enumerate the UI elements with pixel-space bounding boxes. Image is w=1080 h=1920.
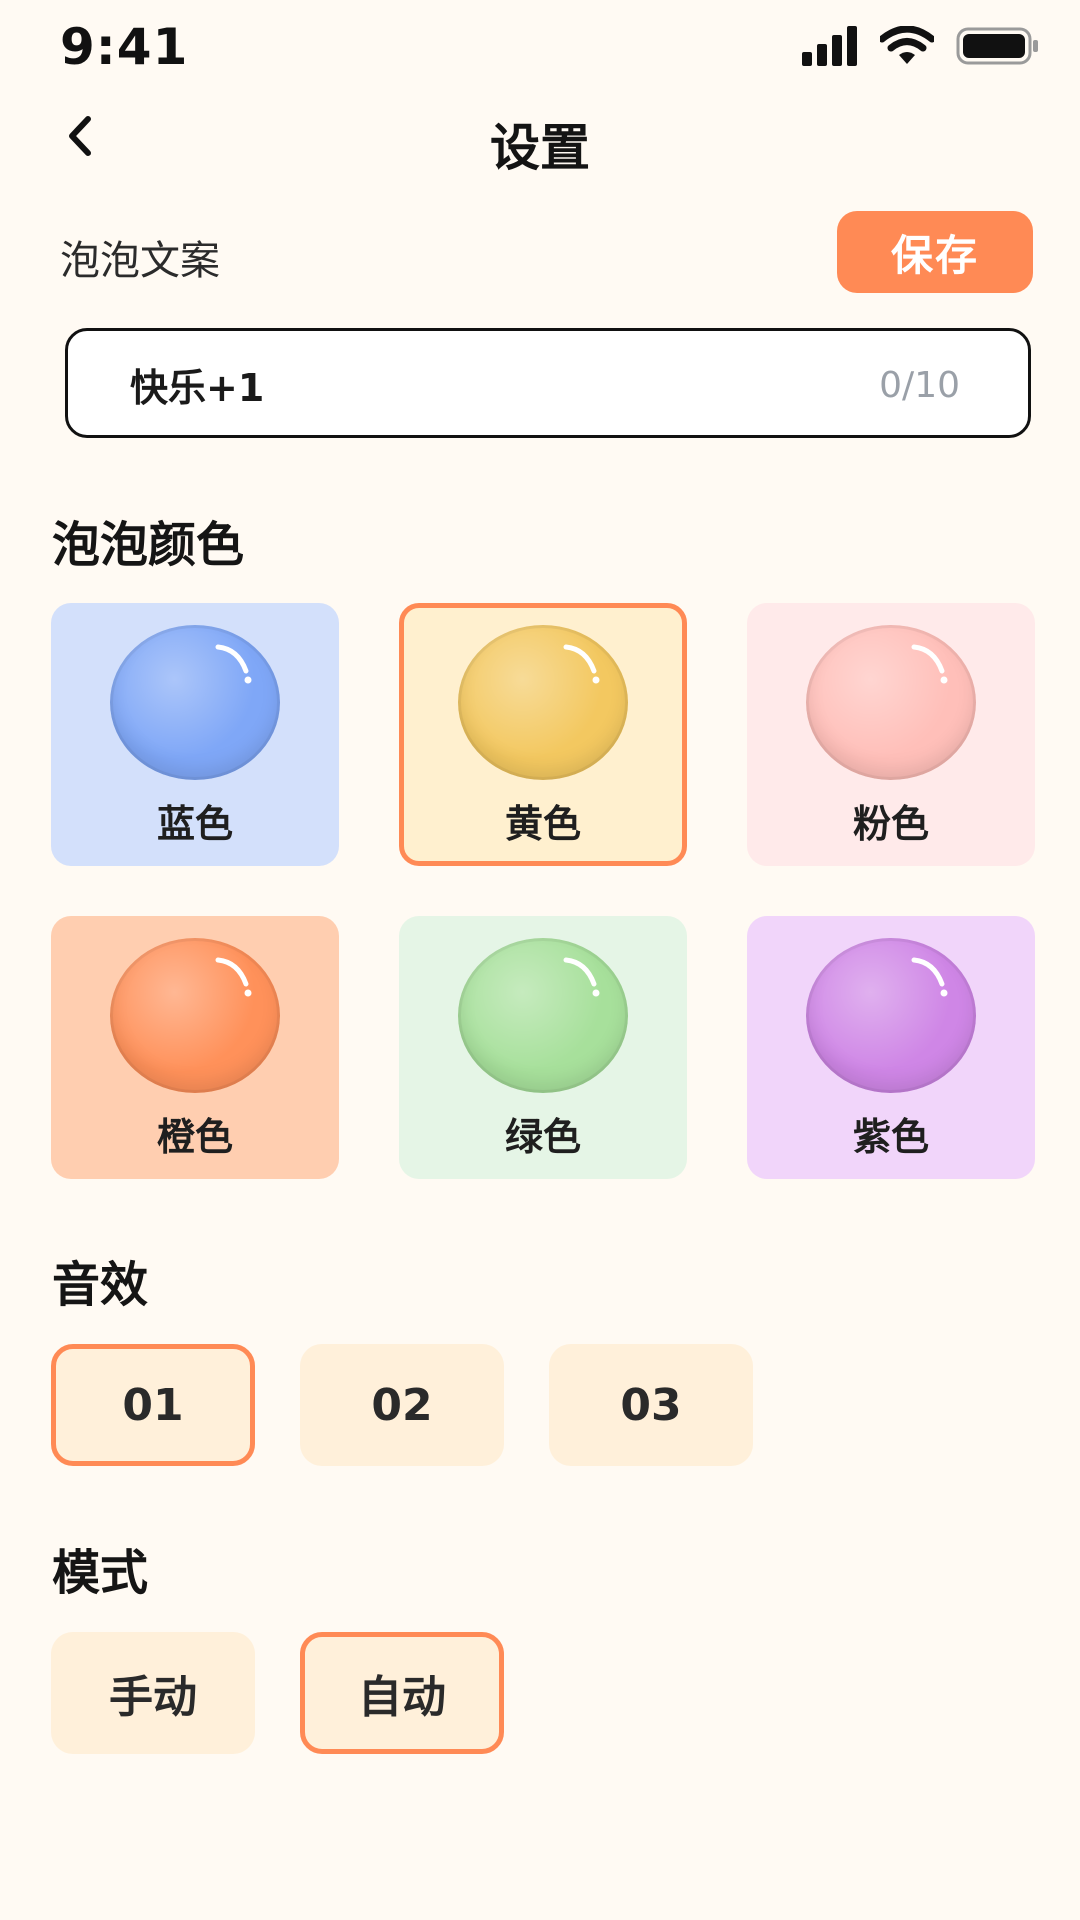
color-option-label: 蓝色 <box>156 802 233 846</box>
bubble-text-input[interactable]: 快乐+1 0/10 <box>65 328 1031 438</box>
bubble-icon <box>110 938 280 1093</box>
color-option-card[interactable]: 黄色 <box>399 603 687 866</box>
bubble-icon <box>458 938 628 1093</box>
sound-effect-option[interactable]: 01 <box>51 1344 255 1466</box>
bubble-icon <box>806 938 976 1093</box>
section-title-mode: 模式 <box>52 1545 149 1601</box>
character-counter: 0/10 <box>879 365 960 406</box>
color-option-card[interactable]: 蓝色 <box>51 603 339 866</box>
bubble-text-value: 快乐+1 <box>130 366 265 410</box>
color-option-card[interactable]: 紫色 <box>747 916 1035 1179</box>
bubble-text-label: 泡泡文案 <box>60 238 220 284</box>
status-icons <box>802 25 1040 70</box>
mode-option[interactable]: 自动 <box>300 1632 504 1754</box>
chevron-left-icon <box>60 111 100 165</box>
color-option-card[interactable]: 粉色 <box>747 603 1035 866</box>
page-title: 设置 <box>490 119 590 177</box>
mode-option[interactable]: 手动 <box>51 1632 255 1754</box>
color-option-label: 黄色 <box>504 802 581 846</box>
back-button[interactable] <box>50 108 110 168</box>
section-title-bubble-color: 泡泡颜色 <box>52 517 245 573</box>
wifi-icon <box>878 25 936 70</box>
color-option-card[interactable]: 橙色 <box>51 916 339 1179</box>
sound-effect-option[interactable]: 03 <box>549 1344 753 1466</box>
color-option-label: 绿色 <box>504 1115 581 1159</box>
color-option-label: 粉色 <box>852 802 929 846</box>
color-option-label: 橙色 <box>156 1115 233 1159</box>
color-option-card[interactable]: 绿色 <box>399 916 687 1179</box>
bubble-icon <box>806 625 976 780</box>
save-button[interactable]: 保存 <box>837 211 1033 293</box>
bubble-icon <box>110 625 280 780</box>
sound-effect-option[interactable]: 02 <box>300 1344 504 1466</box>
status-bar: 9:41 <box>0 0 1080 100</box>
color-option-label: 紫色 <box>852 1115 929 1159</box>
signal-icon <box>802 26 858 70</box>
status-time: 9:41 <box>60 18 189 76</box>
battery-icon <box>956 26 1040 70</box>
bubble-icon <box>458 625 628 780</box>
section-title-sound-effect: 音效 <box>52 1257 149 1313</box>
